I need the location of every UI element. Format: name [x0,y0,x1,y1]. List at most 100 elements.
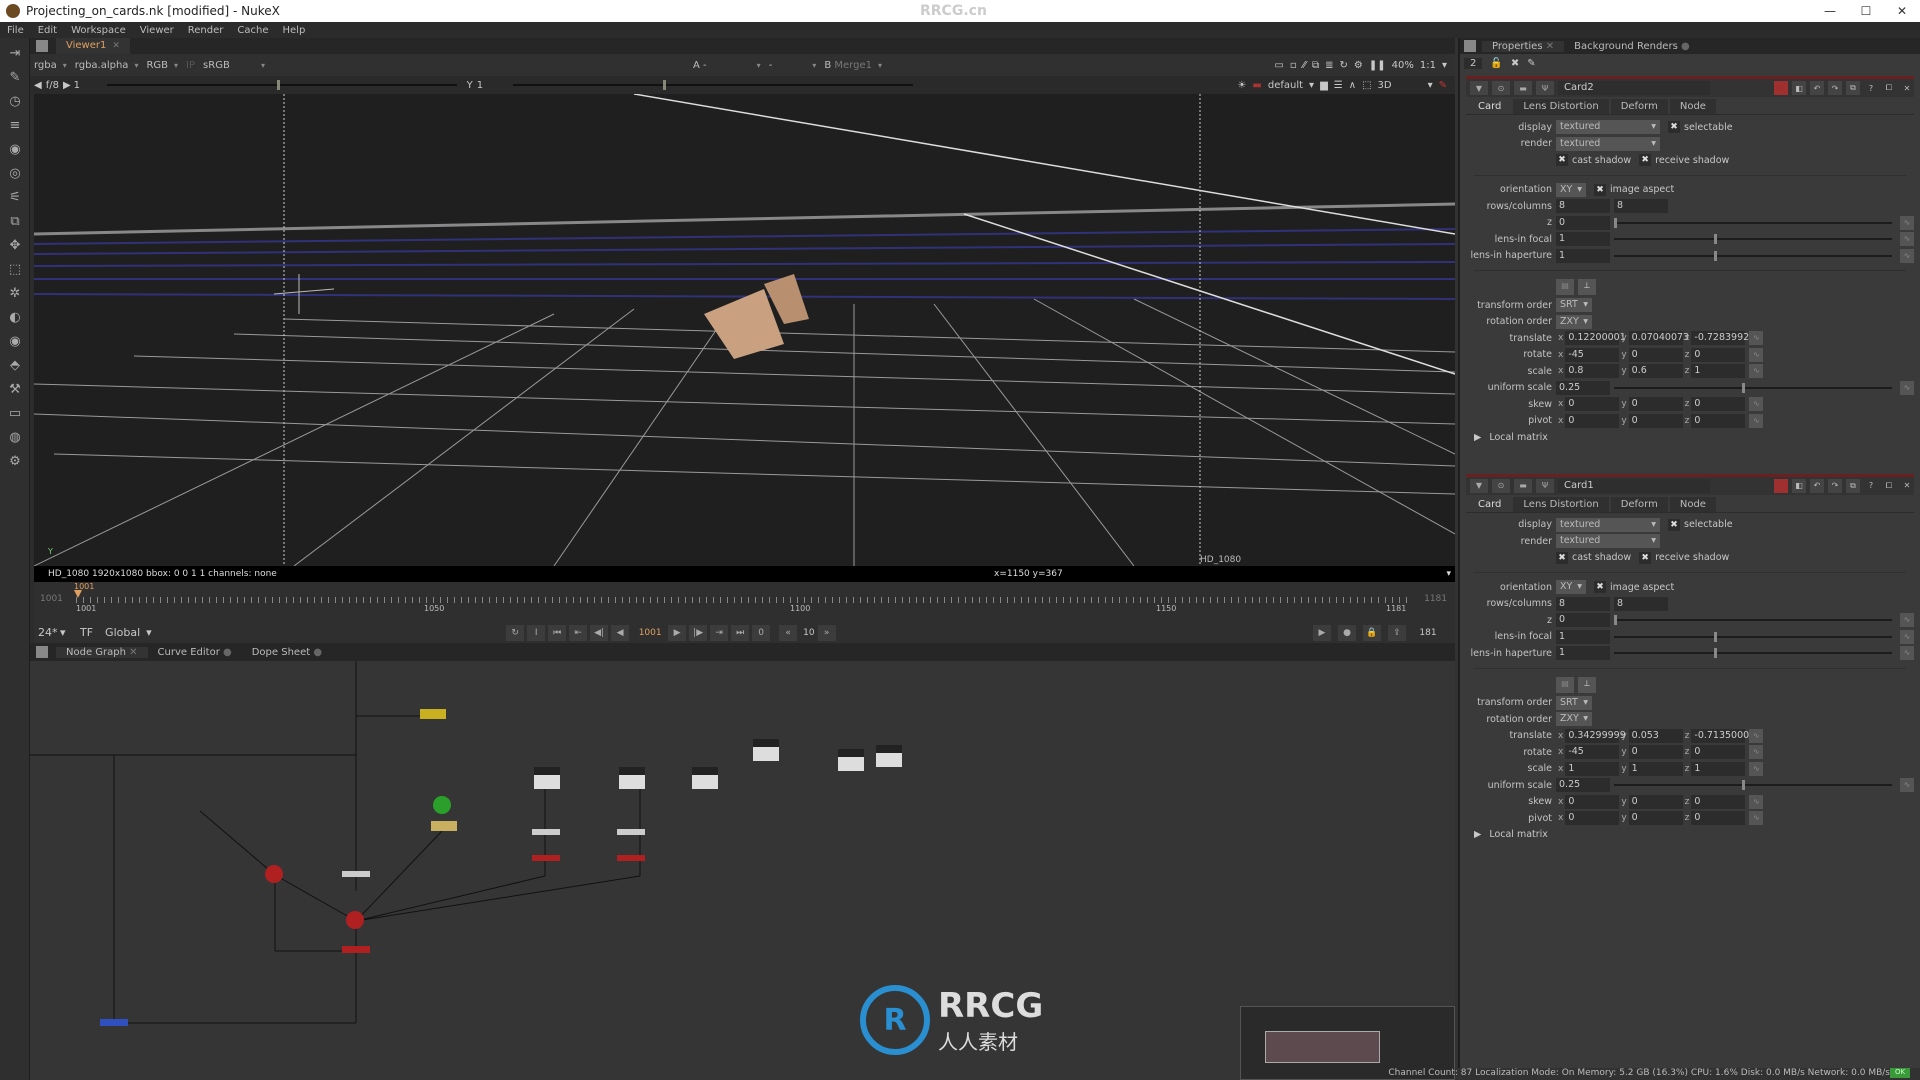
animation-icon[interactable]: ∿ [1749,761,1764,776]
local-matrix-toggle[interactable]: Local matrix [1489,829,1548,840]
menu-cache[interactable]: Cache [230,25,275,36]
node-color-icon[interactable]: ▬ [1514,478,1532,493]
metadata-icon[interactable]: ⬘ [6,358,24,374]
lights-icon[interactable]: ☀ [1237,80,1246,91]
step-forward-icon[interactable]: » [817,624,836,641]
close-panel-icon[interactable]: ✕ [1900,479,1914,493]
record-icon[interactable]: ● [1338,624,1356,641]
animation-icon[interactable]: ∿ [1900,215,1914,230]
animation-icon[interactable]: ∿ [1900,646,1914,661]
uniform-scale-field[interactable]: 0.25 [1556,380,1610,395]
close-panel-icon[interactable]: ✕ [1900,81,1914,95]
node-green-dot[interactable] [433,796,451,814]
file-menu-icon[interactable]: ▤ [1556,676,1574,693]
skew-x-field[interactable]: 0 [1565,794,1620,809]
overlay-icon[interactable]: ⧉ [1312,60,1319,71]
lens-focal-field[interactable]: 1 [1556,232,1610,247]
selectable-checkbox[interactable]: ✖ [1668,121,1680,134]
animation-icon[interactable]: ∿ [1749,347,1764,362]
transform-order-dropdown[interactable]: SRT ▾ [1556,695,1592,710]
node-card[interactable] [753,739,779,761]
menu-help[interactable]: Help [276,25,313,36]
close-button[interactable]: ✕ [1884,0,1920,22]
slider-handle[interactable] [1741,780,1745,791]
rotation-order-dropdown[interactable]: ZXY ▾ [1556,712,1592,727]
step-value[interactable]: 10 [800,628,817,638]
z-slider[interactable] [1614,217,1892,229]
subtab-lens-distortion[interactable]: Lens Distortion [1513,496,1609,512]
node-card[interactable] [619,767,645,789]
animation-icon[interactable]: ∿ [1749,745,1764,760]
gain-slider[interactable] [106,80,457,90]
animation-icon[interactable]: ∿ [1900,232,1914,247]
info-dropdown-icon[interactable]: ▾ [1446,569,1451,579]
subtab-deform[interactable]: Deform [1610,99,1668,114]
receive-shadow-checkbox[interactable]: ✖ [1639,154,1652,167]
play-forward-icon[interactable]: ▶ [668,624,687,641]
receive-shadow-checkbox[interactable]: ✖ [1639,551,1652,564]
tab-background-renders[interactable]: Background Renders ● [1564,41,1700,52]
float-icon[interactable]: ⧉ [1846,81,1860,95]
translate-z-field[interactable]: -0.72839928 [1691,331,1755,346]
collapse-icon[interactable]: ▼ [1470,81,1488,95]
display-dropdown[interactable]: textured ▾ [1556,120,1660,135]
slider-handle[interactable] [1741,382,1745,393]
rotation-order-dropdown[interactable]: ZXY ▾ [1556,314,1592,329]
view-3d-value[interactable]: 3D [1378,80,1392,91]
fps-value[interactable]: 24* [34,626,60,639]
rotate-x-field[interactable]: -45 [1565,745,1620,760]
subtab-node[interactable]: Node [1669,496,1716,512]
minimize-button[interactable]: — [1812,0,1848,22]
cast-shadow-checkbox[interactable]: ✖ [1556,551,1568,564]
pivot-z-field[interactable]: 0 [1691,811,1746,826]
3d-nodes-icon[interactable]: ⬚ [6,262,24,278]
flipbook-icon[interactable]: ▶ [1313,624,1331,641]
orientation-dropdown[interactable]: XY ▾ [1556,182,1586,197]
ofx-icon[interactable]: ⚙ [6,454,24,470]
fps-dropdown-icon[interactable]: ▾ [60,626,74,639]
translate-x-field[interactable]: 0.34299999 [1565,728,1626,743]
node-name-field[interactable]: Card1 [1558,478,1710,493]
prev-keyframe-icon[interactable]: ⇤ [569,624,588,641]
redo-icon[interactable]: ↷ [1828,81,1842,95]
proxy-icon[interactable]: ▫ [1290,60,1297,71]
menu-render[interactable]: Render [181,25,231,36]
image-aspect-checkbox[interactable]: ✖ [1594,581,1606,594]
image-aspect-checkbox[interactable]: ✖ [1594,183,1606,196]
settings-icon[interactable]: Ψ [1536,478,1554,493]
deep-icon[interactable]: ◐ [6,310,24,326]
node-blue-bar[interactable] [100,1019,128,1026]
lock-icon[interactable]: 🔒 [1363,624,1381,641]
float-icon[interactable]: ⧉ [1846,478,1860,493]
node-name-field[interactable]: Card2 [1558,81,1710,95]
view-3d-dropdown-icon[interactable]: ▾ [1428,80,1433,91]
gpu-icon[interactable]: ⚙ [1354,60,1363,71]
slider-handle[interactable] [1714,648,1718,659]
scale-y-field[interactable]: 0.6 [1628,364,1683,379]
orientation-dropdown[interactable]: XY ▾ [1556,580,1586,595]
rows-field[interactable]: 8 [1556,199,1610,214]
translate-y-field[interactable]: 0.07040073 [1628,331,1689,346]
ratio-value[interactable]: 1:1 [1420,60,1436,71]
first-frame-icon[interactable]: ⏮ [548,624,567,641]
slider-handle[interactable] [1714,250,1718,261]
prev-frame-icon[interactable]: ◀| [590,624,609,641]
slider-handle[interactable] [1614,217,1617,228]
slider-handle[interactable] [1714,234,1718,245]
render-dropdown[interactable]: textured ▾ [1556,534,1660,549]
display-dropdown[interactable]: RGB ▾ [142,57,182,73]
subtab-node[interactable]: Node [1669,99,1716,114]
node-scene[interactable] [532,855,560,861]
pivot-y-field[interactable]: 0 [1628,413,1683,428]
node-scene[interactable] [617,855,645,861]
panel-menu-icon[interactable] [36,40,48,52]
animation-icon[interactable]: ∿ [1749,413,1764,428]
translate-x-field[interactable]: 0.12200001 [1565,331,1626,346]
viewer-3d-canvas[interactable]: HD_1080 Y [34,94,1455,566]
pivot-z-field[interactable]: 0 [1691,413,1746,428]
animation-icon[interactable]: ∿ [1749,728,1764,743]
stop-icon[interactable]: ▬ [1252,80,1261,91]
uniform-scale-slider[interactable] [1614,779,1892,791]
keyer-nodes-icon[interactable]: ⚟ [6,190,24,206]
subtab-deform[interactable]: Deform [1610,496,1668,512]
